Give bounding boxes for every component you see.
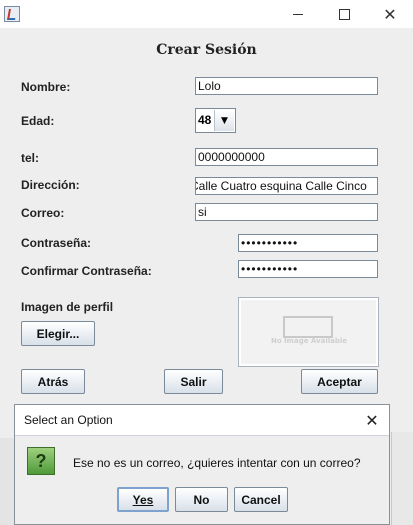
elegir-button[interactable]: Elegir... <box>21 321 95 346</box>
question-icon: ? <box>27 447 55 475</box>
direccion-field[interactable]: Calle Cuatro esquina Calle Cinco <box>195 177 378 195</box>
profile-image-placeholder: No Image Available <box>238 297 379 367</box>
aceptar-button[interactable]: Aceptar <box>301 369 378 394</box>
correo-label: Correo: <box>21 206 65 220</box>
salir-button[interactable]: Salir <box>164 369 223 394</box>
dialog-close-icon[interactable]: ✕ <box>361 409 383 431</box>
chevron-down-icon[interactable]: ▼ <box>214 110 234 131</box>
page-title: Crear Sesión <box>156 42 257 58</box>
atras-button[interactable]: Atrás <box>21 369 85 394</box>
contrasena-label: Contraseña: <box>21 236 92 250</box>
dialog-title-bar: Select an Option ✕ <box>15 405 389 436</box>
close-button[interactable]: ✕ <box>367 0 413 28</box>
minimize-icon <box>293 13 303 15</box>
image-icon <box>283 316 333 338</box>
edad-label: Edad: <box>21 114 55 128</box>
cancel-button[interactable]: Cancel <box>234 487 288 512</box>
maximize-button[interactable] <box>321 0 367 28</box>
confirmar-contrasena-field[interactable]: ••••••••••• <box>238 260 378 278</box>
maximize-icon <box>338 8 350 20</box>
tel-field[interactable]: 0000000000 <box>195 148 378 166</box>
background-window-edge-right <box>391 432 413 525</box>
confirm-dialog: Select an Option ✕ ? Ese no es un correo… <box>14 404 390 525</box>
confirmar-contrasena-label: Confirmar Contraseña: <box>21 264 152 278</box>
edad-value: 48 <box>198 113 212 127</box>
contrasena-field[interactable]: ••••••••••• <box>238 234 378 252</box>
direccion-label: Dirección: <box>21 178 80 192</box>
imagen-perfil-label: Imagen de perfil <box>21 300 114 314</box>
nombre-label: Nombre: <box>21 80 71 94</box>
no-button[interactable]: No <box>175 487 228 512</box>
minimize-button[interactable] <box>275 0 321 28</box>
yes-button[interactable]: Yes <box>117 487 169 512</box>
no-image-text: No Image Available <box>270 337 348 345</box>
window-title-bar: ✕ <box>0 0 413 28</box>
edad-combobox[interactable]: 48 ▼ <box>195 108 236 133</box>
tel-label: tel: <box>21 151 39 165</box>
yes-button-label: Yes <box>132 492 154 507</box>
no-button-label: No <box>193 492 210 507</box>
close-icon: ✕ <box>383 4 397 24</box>
cancel-button-label: Cancel <box>241 492 281 507</box>
dialog-title: Select an Option <box>24 413 113 427</box>
correo-field[interactable]: si <box>195 203 378 221</box>
java-icon <box>4 6 20 22</box>
nombre-field[interactable]: Lolo <box>195 77 378 95</box>
background-window-edge <box>0 438 15 525</box>
dialog-message: Ese no es un correo, ¿quieres intentar c… <box>73 456 361 470</box>
